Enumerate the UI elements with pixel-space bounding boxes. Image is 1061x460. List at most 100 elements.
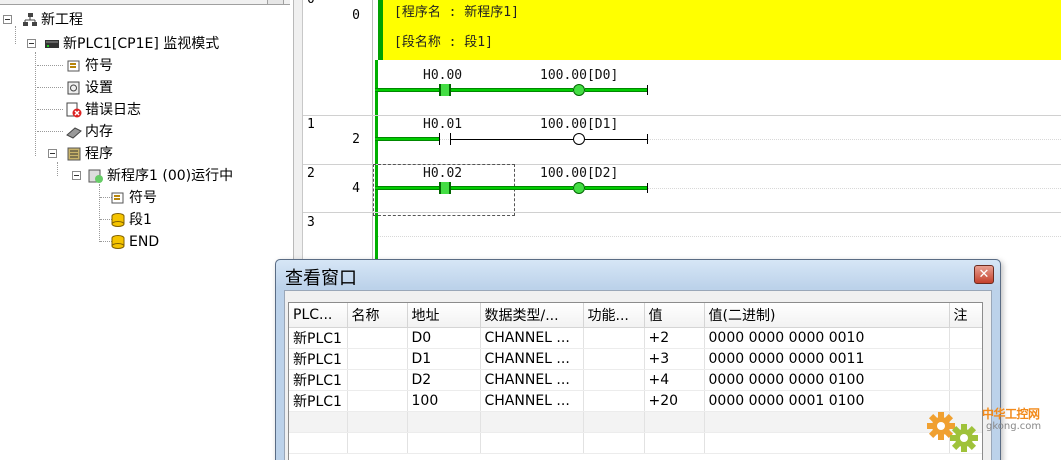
contact-no-on[interactable]: [439, 84, 451, 96]
cell-address: D0: [407, 327, 481, 349]
tree-label-end: END: [129, 234, 160, 250]
program1-collapse-toggle[interactable]: [72, 171, 81, 180]
cell-name: [347, 327, 408, 349]
cell-address: D2: [407, 369, 481, 391]
cell-datatype: CHANNEL ...: [480, 390, 584, 412]
cell-datatype: CHANNEL ...: [480, 369, 584, 391]
output-coil-on[interactable]: [573, 84, 585, 96]
tree-item-program1-symbols[interactable]: 符号: [110, 188, 157, 208]
rung-header-2: 2 4: [303, 165, 373, 212]
output-coil-on[interactable]: [573, 182, 585, 194]
cell-function: [583, 348, 645, 370]
tree-label-section1: 段1: [129, 212, 152, 228]
column-header-binary[interactable]: 值(二进制): [704, 303, 950, 328]
tree-label-program1: 新程序1 (00)运行中: [107, 168, 234, 184]
tree-item-end[interactable]: END: [110, 232, 159, 252]
rung-header-1: 1 2: [303, 116, 373, 164]
tree-label-programs: 程序: [85, 146, 113, 162]
watch-window-titlebar[interactable]: 查看窗口 ✕: [276, 260, 1000, 289]
power-rail: [375, 213, 378, 263]
tree-label-error-log: 错误日志: [85, 102, 141, 118]
coil-operand: 100.00[D2]: [540, 166, 619, 181]
rung-header-0: 0 0: [303, 0, 373, 115]
cell-comment: [949, 327, 982, 349]
contact-operand: H0.02: [423, 166, 463, 181]
program-comment[interactable]: [程序名 : 新程序1] [段名称 : 段1]: [383, 0, 1061, 60]
cell-value: +3: [644, 348, 705, 370]
tree-item-error-log[interactable]: 错误日志: [66, 100, 141, 120]
column-header-name[interactable]: 名称: [347, 303, 408, 328]
cell-value: +2: [644, 327, 705, 349]
tree-item-plc[interactable]: 新PLC1[CP1E] 监视模式: [44, 34, 219, 54]
cell-value: +20: [644, 390, 705, 412]
network-icon: [22, 12, 38, 28]
cell-name: [347, 348, 408, 370]
watch-grid[interactable]: PLC... 名称 地址 数据类型/... 功能... 值 值(二进制) 注 新…: [288, 302, 983, 460]
cell-plc: 新PLC1: [289, 390, 348, 412]
tree-label-symbols: 符号: [85, 58, 113, 74]
program-running-icon: [88, 168, 104, 184]
section-icon: [110, 212, 126, 228]
memory-icon: [66, 124, 82, 140]
empty-row[interactable]: [289, 411, 982, 433]
cell-datatype: CHANNEL ...: [480, 348, 584, 370]
tree-item-section1[interactable]: 段1: [110, 210, 152, 230]
scroll-thumb[interactable]: [267, 0, 284, 5]
tree-top-scrollbar[interactable]: [0, 0, 290, 5]
symbols-icon: [66, 58, 82, 74]
rung-step: 0: [352, 8, 360, 23]
cell-value: +4: [644, 369, 705, 391]
output-coil-off[interactable]: [573, 133, 585, 145]
table-row[interactable]: 新PLC1 D0 CHANNEL ... +2 0000 0000 0000 0…: [289, 327, 982, 349]
close-icon[interactable]: ✕: [974, 265, 994, 284]
cell-datatype: CHANNEL ...: [480, 327, 584, 349]
cell-name: [347, 390, 408, 412]
cell-function: [583, 369, 645, 391]
cell-binary: 0000 0000 0000 0010: [704, 327, 950, 349]
table-row[interactable]: 新PLC1 D2 CHANNEL ... +4 0000 0000 0000 0…: [289, 369, 982, 391]
rung-number: 1: [307, 117, 315, 132]
cell-function: [583, 390, 645, 412]
cell-plc: 新PLC1: [289, 369, 348, 391]
empty-row[interactable]: [289, 432, 982, 454]
watch-window[interactable]: 查看窗口 ✕ PLC... 名称 地址 数据类型/... 功能... 值 值(二…: [275, 259, 1001, 460]
plc-collapse-toggle[interactable]: [27, 39, 36, 48]
settings-icon: [66, 80, 82, 96]
tree-item-memory[interactable]: 内存: [66, 122, 113, 142]
column-header-value[interactable]: 值: [644, 303, 705, 328]
tree-label-settings: 设置: [85, 80, 113, 96]
column-header-comment[interactable]: 注: [949, 303, 982, 328]
root-collapse-toggle[interactable]: [3, 15, 12, 24]
coil-operand: 100.00[D1]: [540, 117, 619, 132]
column-header-plc[interactable]: PLC...: [289, 303, 348, 328]
cell-binary: 0000 0000 0000 0011: [704, 348, 950, 370]
end-section-icon: [110, 234, 126, 250]
project-tree[interactable]: 新工程 新PLC1[CP1E] 监视模式 符号 设置 错误日志 内存 程序 新程…: [0, 0, 294, 460]
section-name-comment: [段名称 : 段1]: [394, 35, 493, 50]
table-row[interactable]: 新PLC1 D1 CHANNEL ... +3 0000 0000 0000 0…: [289, 348, 982, 370]
tree-item-symbols[interactable]: 符号: [66, 56, 113, 76]
rung-number: 0: [307, 0, 315, 7]
gears-icon: [927, 412, 978, 452]
column-header-address[interactable]: 地址: [407, 303, 481, 328]
contact-operand: H0.01: [423, 117, 463, 132]
symbols-icon: [110, 190, 126, 206]
watermark-url: gkong.com: [986, 421, 1042, 432]
plc-icon: [44, 36, 60, 52]
tree-item-project[interactable]: 新工程: [22, 10, 83, 30]
table-row[interactable]: 新PLC1 100 CHANNEL ... +20 0000 0000 0001…: [289, 390, 982, 412]
programs-collapse-toggle[interactable]: [48, 149, 57, 158]
rung-step: 2: [352, 132, 360, 147]
cell-binary: 0000 0000 0001 0100: [704, 390, 950, 412]
watch-table[interactable]: PLC... 名称 地址 数据类型/... 功能... 值 值(二进制) 注 新…: [289, 303, 982, 454]
watermark-logo: 中华工控网 gkong.com: [924, 402, 1061, 460]
column-header-function[interactable]: 功能...: [583, 303, 645, 328]
tree-item-programs[interactable]: 程序: [66, 144, 113, 164]
contact-no-off[interactable]: [439, 133, 451, 145]
tree-item-settings[interactable]: 设置: [66, 78, 113, 98]
contact-no-on[interactable]: [439, 182, 451, 194]
rung-step: 4: [352, 181, 360, 196]
tree-item-program1[interactable]: 新程序1 (00)运行中: [88, 166, 233, 186]
cell-function: [583, 327, 645, 349]
column-header-datatype[interactable]: 数据类型/...: [480, 303, 584, 328]
